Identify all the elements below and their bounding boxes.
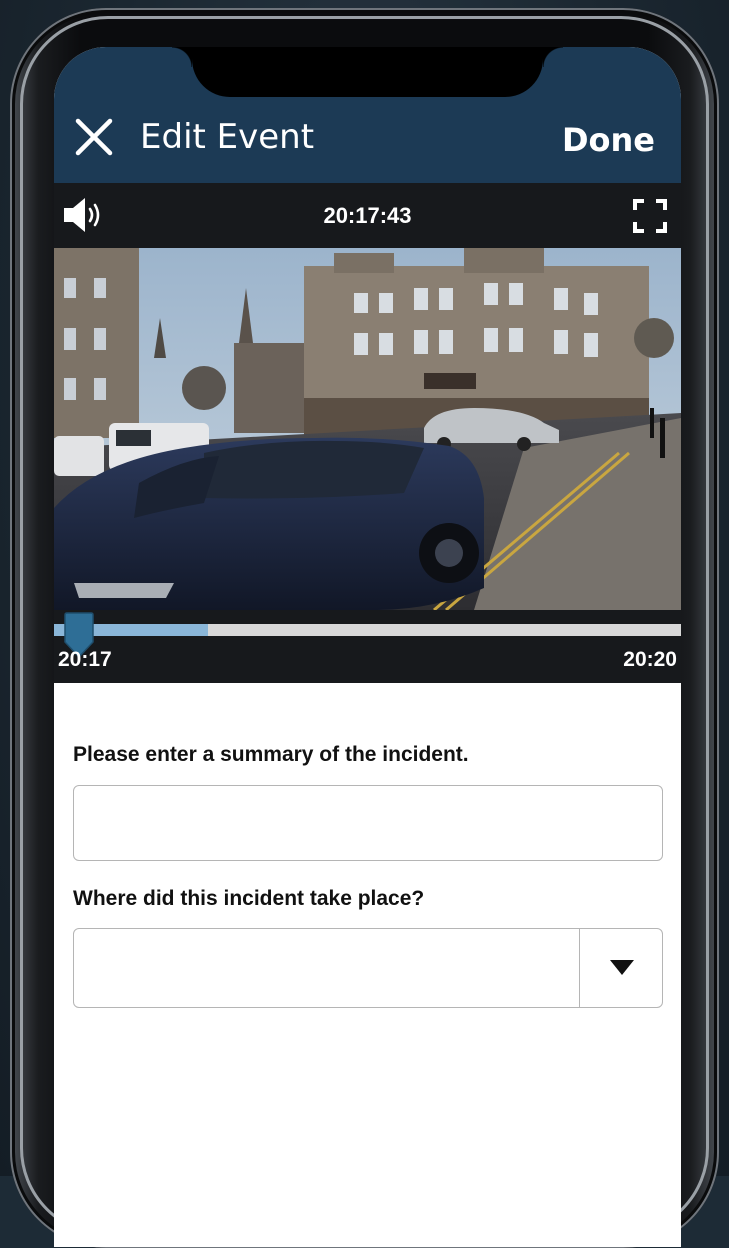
phone-screen: Edit Event Done 20:17:43 20:17 20:20 Ple…: [54, 47, 681, 1247]
video-scrubber[interactable]: 20:17 20:20: [54, 610, 681, 683]
dropdown-arrow-icon[interactable]: [610, 960, 634, 975]
scrubber-start-time: 20:17: [58, 648, 112, 671]
fullscreen-button[interactable]: [633, 199, 667, 233]
done-button[interactable]: Done: [562, 119, 655, 161]
scrubber-end-time: 20:20: [623, 648, 677, 671]
dropdown-divider: [578, 929, 580, 1007]
fullscreen-icon: [633, 199, 667, 233]
video-timestamp: 20:17:43: [323, 203, 412, 228]
video-frame[interactable]: [54, 248, 681, 610]
location-dropdown[interactable]: [73, 928, 663, 1008]
close-button[interactable]: [72, 115, 116, 159]
close-icon: [75, 118, 113, 156]
summary-label: Please enter a summary of the incident.: [73, 743, 469, 766]
video-toolbar: 20:17:43: [54, 183, 681, 248]
video-still-image: [54, 248, 681, 610]
summary-input[interactable]: [73, 785, 663, 861]
phone-notch: [172, 47, 563, 97]
page-title: Edit Event: [140, 117, 315, 157]
scrubber-track[interactable]: [54, 624, 681, 636]
incident-form: Please enter a summary of the incident. …: [54, 683, 681, 1247]
location-label: Where did this incident take place?: [73, 887, 425, 910]
